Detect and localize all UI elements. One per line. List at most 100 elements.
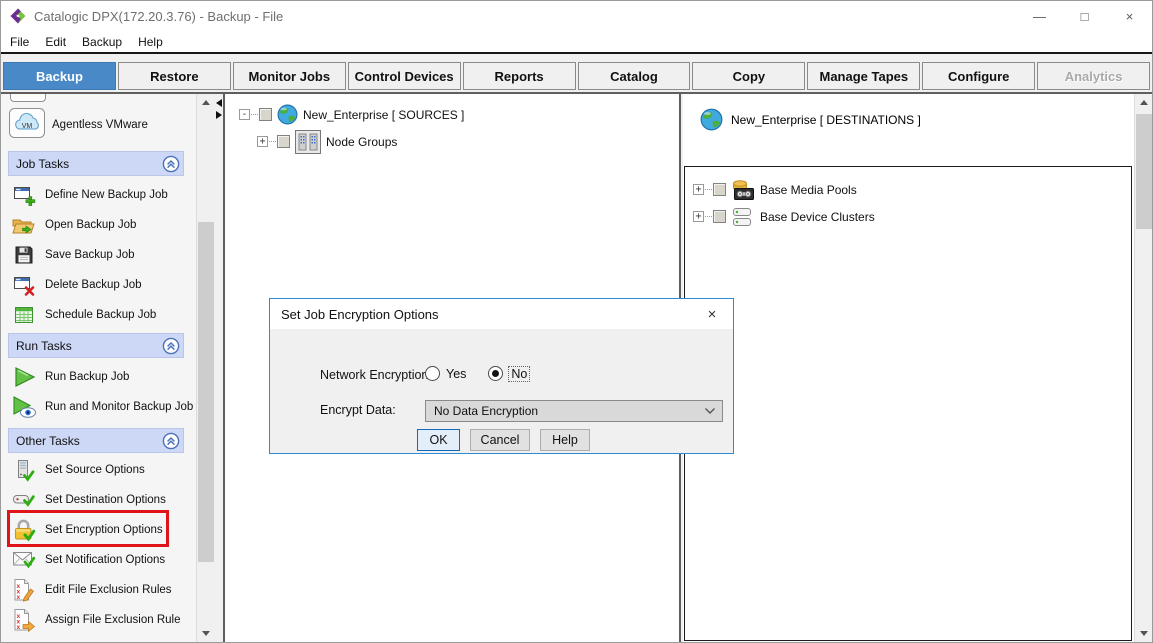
scroll-down-arrow[interactable] bbox=[1135, 625, 1152, 642]
sidebar-item-schedule-backup-job[interactable]: Schedule Backup Job bbox=[1, 300, 196, 330]
tree-node-label[interactable]: Node Groups bbox=[326, 135, 397, 149]
sidebar-item-agentless-vmware[interactable]: VM Agentless VMware bbox=[1, 107, 196, 143]
checkbox[interactable] bbox=[713, 183, 726, 196]
splitter-collapse-arrows[interactable] bbox=[216, 99, 223, 119]
tree-node-node-groups[interactable]: + bbox=[225, 128, 679, 155]
close-button[interactable]: × bbox=[1107, 1, 1152, 31]
dialog-close-button[interactable]: × bbox=[691, 299, 733, 329]
tree-node-base-device-clusters[interactable]: + Base Device Clusters bbox=[693, 203, 1131, 230]
clipped-icon-box bbox=[10, 94, 46, 102]
collapse-expander[interactable]: - bbox=[239, 109, 250, 120]
tree-node-base-media-pools[interactable]: + bbox=[693, 176, 1131, 203]
sidebar-item-run-backup-job[interactable]: Run Backup Job bbox=[1, 362, 196, 392]
checkbox[interactable] bbox=[277, 135, 290, 148]
destinations-root-label[interactable]: New_Enterprise [ DESTINATIONS ] bbox=[731, 113, 921, 127]
destinations-scrollbar[interactable] bbox=[1134, 94, 1152, 642]
maximize-button[interactable]: □ bbox=[1062, 1, 1107, 31]
play-monitor-icon bbox=[10, 395, 38, 419]
catalogic-logo-icon bbox=[10, 8, 26, 24]
chevron-double-up-icon[interactable] bbox=[162, 155, 180, 173]
menu-backup[interactable]: Backup bbox=[82, 35, 122, 49]
expand-expander[interactable]: + bbox=[693, 184, 704, 195]
sidebar-item-set-source-options[interactable]: Set Source Options bbox=[1, 455, 196, 485]
delete-job-icon bbox=[10, 274, 38, 297]
media-pools-icon bbox=[731, 179, 755, 201]
sidebar-item-assign-file-exclusion-rule[interactable]: x x x Assign File Exclusion Rule bbox=[1, 605, 196, 635]
help-button[interactable]: Help bbox=[540, 429, 590, 451]
expand-expander[interactable]: + bbox=[257, 136, 268, 147]
section-header-run-tasks: Run Tasks bbox=[8, 333, 184, 358]
encrypt-data-dropdown[interactable]: No Data Encryption bbox=[425, 400, 723, 422]
menu-edit[interactable]: Edit bbox=[45, 35, 66, 49]
ok-button[interactable]: OK bbox=[417, 429, 460, 451]
sidebar-item-label: Run Backup Job bbox=[45, 371, 129, 383]
sidebar-item-label: Define New Backup Job bbox=[45, 189, 168, 201]
sidebar-scrollbar-thumb[interactable] bbox=[198, 222, 214, 562]
sidebar-item-set-notification-options[interactable]: Set Notification Options bbox=[1, 545, 196, 575]
titlebar: Catalogic DPX(172.20.3.76) - Backup - Fi… bbox=[1, 1, 1152, 31]
tab-reports[interactable]: Reports bbox=[463, 62, 576, 90]
sidebar-item-label: Delete Backup Job bbox=[45, 279, 142, 291]
sidebar-item-label: Set Destination Options bbox=[45, 494, 166, 506]
tab-backup[interactable]: Backup bbox=[3, 62, 116, 90]
checkbox[interactable] bbox=[259, 108, 272, 121]
sidebar-item-set-destination-options[interactable]: Set Destination Options bbox=[1, 485, 196, 515]
menu-file[interactable]: File bbox=[10, 35, 29, 49]
splitter-left-arrow-icon[interactable] bbox=[216, 99, 222, 107]
network-encryption-radio-group: Yes No bbox=[425, 366, 529, 381]
splitter-right-arrow-icon[interactable] bbox=[216, 111, 222, 119]
radio-no-label[interactable]: No bbox=[509, 367, 529, 381]
menu-bar: File Edit Backup Help bbox=[1, 31, 1152, 54]
tab-analytics: Analytics bbox=[1037, 62, 1150, 90]
sidebar-item-set-encryption-options[interactable]: Set Encryption Options bbox=[1, 515, 196, 545]
chevron-double-up-icon[interactable] bbox=[162, 337, 180, 355]
section-title: Run Tasks bbox=[16, 339, 72, 353]
globe-icon bbox=[277, 104, 298, 125]
network-encryption-label: Network Encryption: bbox=[320, 368, 432, 382]
device-clusters-icon bbox=[731, 206, 755, 228]
dialog-title: Set Job Encryption Options bbox=[281, 307, 439, 322]
tree-node-label[interactable]: Base Media Pools bbox=[760, 183, 857, 197]
cancel-button[interactable]: Cancel bbox=[470, 429, 530, 451]
tab-monitor-jobs[interactable]: Monitor Jobs bbox=[233, 62, 346, 90]
app-window: Catalogic DPX(172.20.3.76) - Backup - Fi… bbox=[0, 0, 1153, 643]
sidebar-item-label: Set Notification Options bbox=[45, 554, 165, 566]
tree-node-new-enterprise-sources[interactable]: - New_Enterprise [ SOURCES ] bbox=[225, 101, 679, 128]
expand-expander[interactable]: + bbox=[693, 211, 704, 222]
radio-no[interactable] bbox=[488, 366, 503, 381]
section-header-other-tasks: Other Tasks bbox=[8, 428, 184, 453]
tab-bar: Backup Restore Monitor Jobs Control Devi… bbox=[1, 54, 1152, 90]
tree-node-label[interactable]: Base Device Clusters bbox=[760, 210, 875, 224]
destinations-scrollbar-thumb[interactable] bbox=[1136, 114, 1152, 229]
sidebar-item-open-backup-job[interactable]: Open Backup Job bbox=[1, 210, 196, 240]
tab-configure[interactable]: Configure bbox=[922, 62, 1035, 90]
scroll-up-arrow[interactable] bbox=[1135, 94, 1152, 111]
sidebar-item-run-and-monitor-backup-job[interactable]: Run and Monitor Backup Job bbox=[1, 392, 196, 422]
scroll-down-arrow[interactable] bbox=[197, 625, 214, 642]
tab-catalog[interactable]: Catalog bbox=[578, 62, 691, 90]
play-icon bbox=[10, 365, 38, 389]
sidebar-item-define-new-backup-job[interactable]: Define New Backup Job bbox=[1, 180, 196, 210]
tab-control-devices[interactable]: Control Devices bbox=[348, 62, 461, 90]
checkbox[interactable] bbox=[713, 210, 726, 223]
svg-text:x: x bbox=[17, 594, 21, 601]
sidebar-scrollbar[interactable] bbox=[196, 94, 214, 642]
sidebar-item-edit-file-exclusion-rules[interactable]: x x x Edit File Exclusion Rules bbox=[1, 575, 196, 605]
tab-copy[interactable]: Copy bbox=[692, 62, 805, 90]
sidebar-item-label: Set Source Options bbox=[45, 464, 145, 476]
sidebar-item-delete-backup-job[interactable]: Delete Backup Job bbox=[1, 270, 196, 300]
sidebar-item-save-backup-job[interactable]: Save Backup Job bbox=[1, 240, 196, 270]
dialog-titlebar: Set Job Encryption Options × bbox=[270, 299, 733, 329]
tab-restore[interactable]: Restore bbox=[118, 62, 231, 90]
tab-manage-tapes[interactable]: Manage Tapes bbox=[807, 62, 920, 90]
minimize-button[interactable]: — bbox=[1017, 1, 1062, 31]
sidebar-item-label: Set Encryption Options bbox=[45, 524, 163, 536]
destinations-root[interactable]: New_Enterprise [ DESTINATIONS ] bbox=[700, 108, 921, 131]
radio-yes[interactable] bbox=[425, 366, 440, 381]
section-header-job-tasks: Job Tasks bbox=[8, 151, 184, 176]
tree-node-label[interactable]: New_Enterprise [ SOURCES ] bbox=[303, 108, 464, 122]
menu-help[interactable]: Help bbox=[138, 35, 163, 49]
radio-yes-label[interactable]: Yes bbox=[446, 367, 466, 381]
chevron-double-up-icon[interactable] bbox=[162, 432, 180, 450]
scroll-up-arrow[interactable] bbox=[197, 94, 214, 111]
